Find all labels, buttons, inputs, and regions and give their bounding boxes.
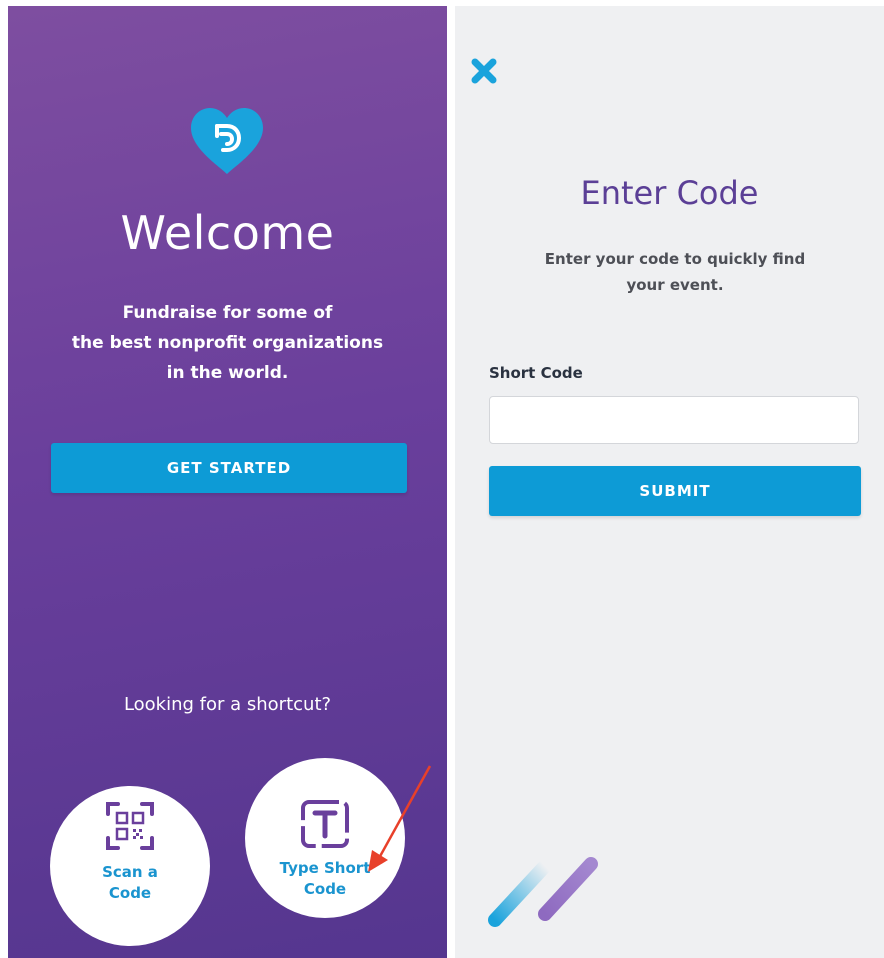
text-box-icon — [301, 800, 349, 848]
enter-code-title: Enter Code — [580, 174, 759, 212]
short-code-input[interactable] — [489, 396, 859, 444]
welcome-tagline: Fundraise for some of the best nonprofit… — [71, 303, 384, 383]
enter-code-description: Enter your code to quickly find your eve… — [544, 250, 806, 294]
welcome-title: Welcome — [120, 206, 335, 260]
short-code-label: Short Code — [489, 364, 583, 382]
submit-button[interactable]: SUBMIT — [489, 466, 861, 516]
shortcut-prompt: Looking for a shortcut? — [123, 694, 332, 715]
decorative-stripes-icon — [488, 857, 598, 927]
heart-logo-icon — [191, 108, 263, 174]
close-icon[interactable] — [471, 58, 497, 84]
enter-code-screen: Enter Code Enter your code to quickly fi… — [455, 6, 884, 958]
welcome-screen: Welcome Fundraise for some of the best n… — [8, 6, 447, 958]
scan-code-button[interactable]: Scan a Code — [50, 786, 210, 946]
qr-code-icon — [106, 802, 154, 850]
scan-code-label: Scan a Code — [102, 863, 158, 902]
get-started-button[interactable]: GET STARTED — [51, 443, 407, 493]
type-short-code-button[interactable]: Type Short Code — [245, 758, 405, 918]
type-short-code-label: Type Short Code — [279, 859, 371, 898]
